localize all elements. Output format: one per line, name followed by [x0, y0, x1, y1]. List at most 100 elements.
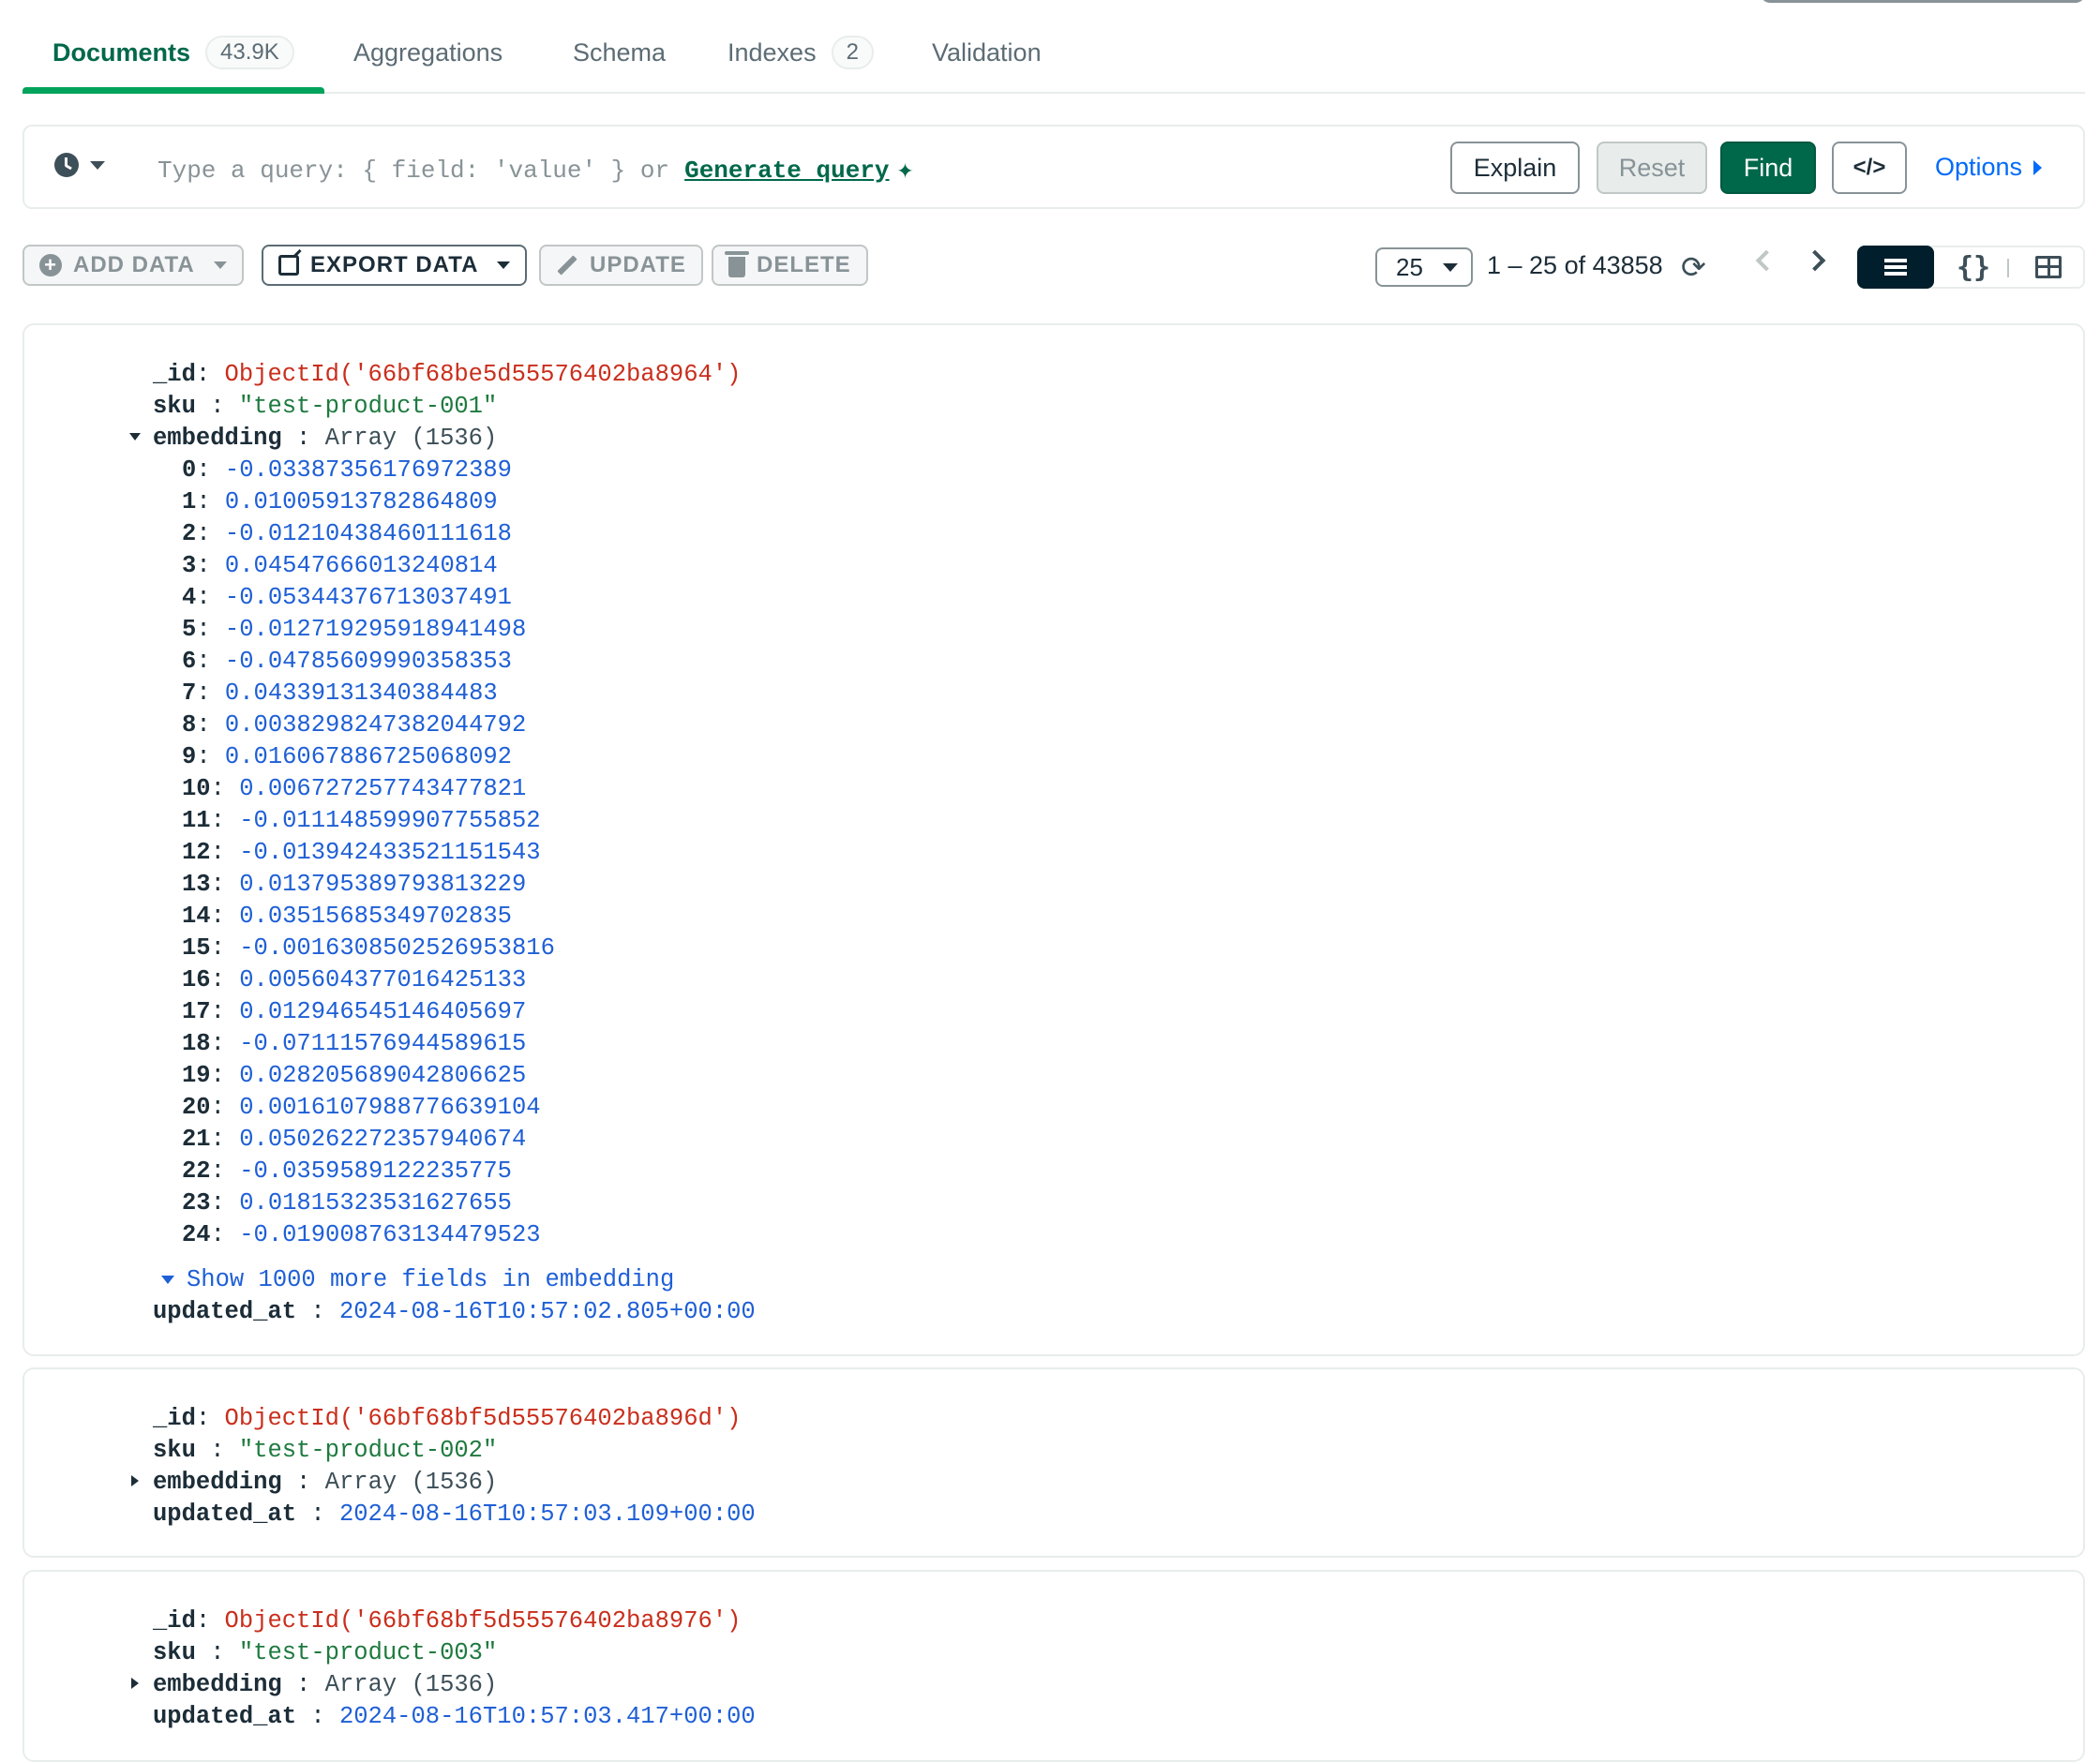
refresh-icon[interactable]: ⟳ — [1681, 251, 1706, 283]
reset-button[interactable]: Reset — [1597, 142, 1707, 194]
field-value-array[interactable]: Array (1536) — [325, 1469, 498, 1496]
field-embedding: embedding : Array (1536) — [153, 425, 498, 452]
embedding-value[interactable]: -0.07111576944589615 — [239, 1030, 526, 1057]
embedding-value[interactable]: 0.01005913782864809 — [225, 488, 498, 515]
explain-button[interactable]: Explain — [1450, 142, 1580, 194]
embedding-item: 1: 0.01005913782864809 — [182, 488, 498, 515]
query-history-button[interactable] — [54, 153, 105, 177]
embedding-index: 13 — [182, 871, 211, 898]
next-page-icon[interactable] — [1804, 249, 1826, 272]
chevron-down-icon — [497, 261, 511, 269]
tab-validation[interactable]: Validation — [932, 34, 1042, 71]
embedding-value[interactable]: 0.012946545146405697 — [239, 998, 526, 1025]
field-value-array[interactable]: Array (1536) — [325, 1671, 498, 1698]
document-card[interactable]: _id: ObjectId('66bf68be5d55576402ba8964'… — [22, 323, 2085, 1356]
field-key: _id — [153, 361, 196, 388]
expand-embedding-icon[interactable] — [131, 1678, 139, 1689]
embedding-item: 18: -0.07111576944589615 — [182, 1030, 527, 1057]
previous-page-icon[interactable] — [1755, 249, 1778, 272]
embedding-index: 11 — [182, 807, 211, 834]
embedding-value[interactable]: -0.03387356176972389 — [225, 456, 512, 484]
embedding-value[interactable]: 0.04547666013240814 — [225, 552, 498, 579]
embedding-item: 15: -0.0016308502526953816 — [182, 934, 555, 962]
show-more-fields-link[interactable]: Show 1000 more fields in embedding — [187, 1264, 674, 1296]
embedding-item: 8: 0.0038298247382044792 — [182, 711, 527, 739]
field-value-date[interactable]: 2024-08-16T10:57:03.417+00:00 — [339, 1703, 756, 1730]
embedding-item: 10: 0.006727257743477821 — [182, 775, 527, 802]
delete-button[interactable]: DELETE — [712, 245, 868, 286]
embedding-item: 21: 0.050262272357940674 — [182, 1126, 527, 1153]
field-id: _id: ObjectId('66bf68bf5d55576402ba896d'… — [153, 1405, 742, 1432]
collapse-embedding-icon[interactable] — [129, 433, 141, 440]
generate-query-link[interactable]: Generate query — [684, 157, 889, 185]
embedding-value[interactable]: 0.03515685349702835 — [239, 903, 512, 930]
embedding-index: 19 — [182, 1062, 211, 1089]
embedding-value[interactable]: 0.04339131340384483 — [225, 679, 498, 707]
embedding-item: 14: 0.03515685349702835 — [182, 903, 512, 930]
tab-indexes[interactable]: Indexes 2 — [728, 34, 874, 71]
embedding-value[interactable]: -0.012719295918941498 — [225, 616, 526, 643]
embedding-value[interactable]: 0.050262272357940674 — [239, 1126, 526, 1153]
expand-more-icon[interactable] — [161, 1276, 174, 1284]
tab-schema[interactable]: Schema — [573, 34, 666, 71]
table-view-button[interactable] — [2011, 246, 2086, 289]
chevron-down-icon — [1443, 262, 1458, 272]
document-card[interactable]: _id: ObjectId('66bf68bf5d55576402ba896d'… — [22, 1367, 2085, 1558]
add-data-button[interactable]: + ADD DATA — [22, 245, 244, 286]
field-value-string[interactable]: "test-product-002" — [239, 1437, 497, 1464]
field-key: _id — [153, 1607, 196, 1635]
embedding-index: 17 — [182, 998, 211, 1025]
code-icon[interactable]: </> — [1832, 142, 1907, 194]
field-key: sku — [153, 393, 196, 420]
embedding-item: 22: -0.0359589122235775 — [182, 1157, 512, 1185]
field-value-string[interactable]: "test-product-001" — [239, 393, 497, 420]
tab-documents[interactable]: Documents 43.9K — [52, 34, 294, 71]
json-view-button[interactable]: {} — [1936, 246, 2011, 289]
tab-aggregations[interactable]: Aggregations — [353, 34, 502, 71]
chevron-down-icon — [213, 261, 227, 269]
embedding-index: 10 — [182, 775, 211, 802]
embedding-value[interactable]: -0.019008763134479523 — [239, 1221, 540, 1248]
options-toggle[interactable]: Options — [1935, 153, 2043, 182]
pencil-icon — [557, 255, 578, 276]
field-value-date[interactable]: 2024-08-16T10:57:03.109+00:00 — [339, 1501, 756, 1528]
embedding-value[interactable]: 0.0038298247382044792 — [225, 711, 526, 739]
update-label: UPDATE — [590, 252, 686, 277]
update-button[interactable]: UPDATE — [539, 245, 703, 286]
field-value-array[interactable]: Array (1536) — [325, 425, 498, 452]
embedding-index: 23 — [182, 1189, 211, 1217]
document-card[interactable]: _id: ObjectId('66bf68bf5d55576402ba8976'… — [22, 1570, 2085, 1762]
embedding-value[interactable]: -0.011148599907755852 — [239, 807, 540, 834]
field-value-objectid[interactable]: ObjectId('66bf68bf5d55576402ba896d') — [225, 1405, 742, 1432]
sparkle-icon: ✦ — [896, 156, 914, 187]
embedding-index: 21 — [182, 1126, 211, 1153]
export-data-button[interactable]: EXPORT DATA — [262, 245, 528, 286]
embedding-index: 5 — [182, 616, 197, 643]
embedding-value[interactable]: -0.0359589122235775 — [239, 1157, 512, 1185]
field-value-date[interactable]: 2024-08-16T10:57:02.805+00:00 — [339, 1298, 756, 1325]
query-input[interactable]: Type a query: { field: 'value' } or Gene… — [158, 153, 914, 187]
embedding-value[interactable]: 0.01815323531627655 — [239, 1189, 512, 1217]
list-view-button[interactable] — [1857, 246, 1934, 289]
embedding-value[interactable]: 0.0016107988776639104 — [239, 1094, 540, 1121]
embedding-value[interactable]: -0.05344376713037491 — [225, 584, 512, 611]
find-button[interactable]: Find — [1720, 142, 1816, 194]
field-value-objectid[interactable]: ObjectId('66bf68be5d55576402ba8964') — [225, 361, 742, 388]
embedding-index: 3 — [182, 552, 197, 579]
field-embedding: embedding : Array (1536) — [153, 1671, 498, 1698]
embedding-value[interactable]: -0.01210438460111618 — [225, 520, 512, 547]
field-value-objectid[interactable]: ObjectId('66bf68bf5d55576402ba8976') — [225, 1607, 742, 1635]
embedding-value[interactable]: 0.016067886725068092 — [225, 743, 512, 770]
page-size-select[interactable]: 25 — [1375, 247, 1473, 287]
embedding-value[interactable]: 0.028205689042806625 — [239, 1062, 526, 1089]
embedding-value[interactable]: -0.04785609990358353 — [225, 648, 512, 675]
expand-embedding-icon[interactable] — [131, 1475, 139, 1486]
embedding-value[interactable]: 0.005604377016425133 — [239, 966, 526, 993]
field-value-string[interactable]: "test-product-003" — [239, 1639, 497, 1666]
embedding-item: 19: 0.028205689042806625 — [182, 1062, 527, 1089]
embedding-value[interactable]: -0.013942433521151543 — [239, 839, 540, 866]
embedding-value[interactable]: 0.006727257743477821 — [239, 775, 526, 802]
embedding-value[interactable]: -0.0016308502526953816 — [239, 934, 555, 962]
field-key: sku — [153, 1437, 196, 1464]
embedding-value[interactable]: 0.013795389793813229 — [239, 871, 526, 898]
